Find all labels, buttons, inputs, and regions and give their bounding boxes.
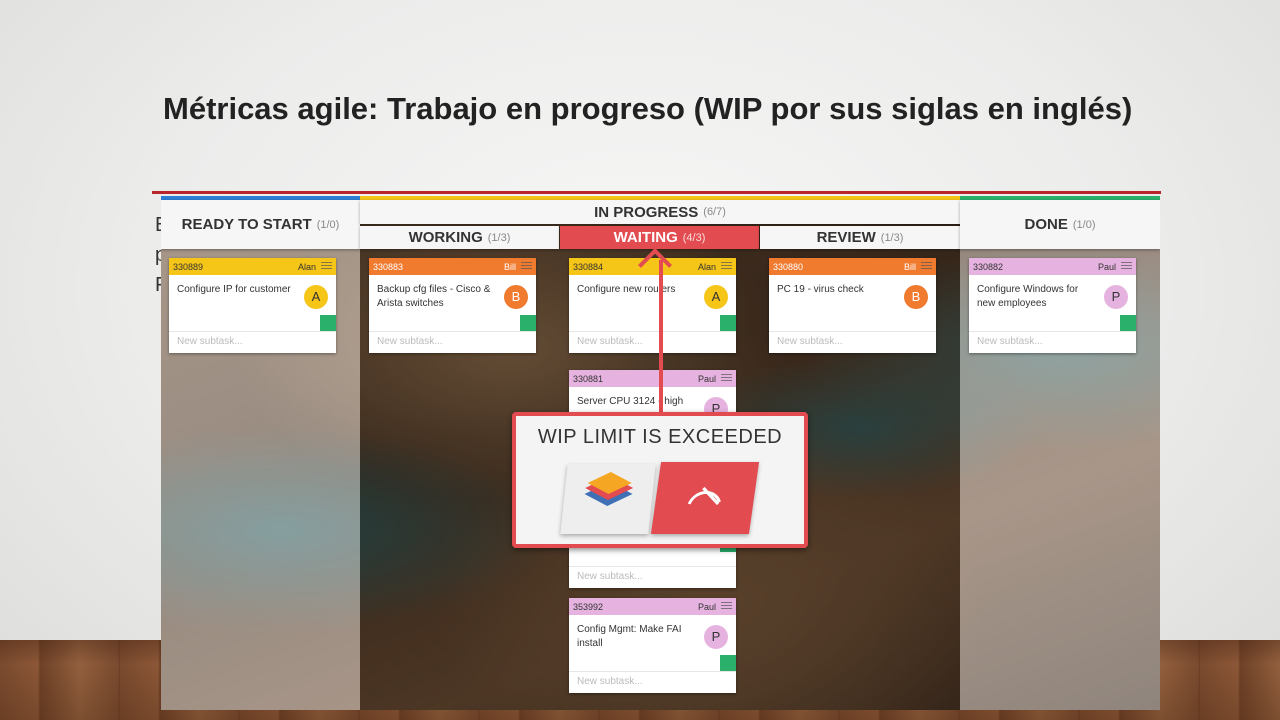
- avatar[interactable]: A: [304, 285, 328, 309]
- card-text: Configure IP for customer: [177, 284, 291, 295]
- column-title: READY TO START: [181, 216, 312, 233]
- column-title: DONE: [1024, 216, 1068, 233]
- card-owner: Paul: [1097, 261, 1116, 272]
- task-card[interactable]: 330889 Alan Configure IP for customer A …: [169, 258, 336, 353]
- column-header-in-progress[interactable]: IN PROGRESS (6/7): [360, 200, 960, 224]
- card-text: Server CPU 3124 - high: [577, 396, 684, 407]
- avatar[interactable]: B: [904, 285, 928, 309]
- card-header: 353992 Paul: [569, 598, 736, 615]
- menu-icon[interactable]: [721, 374, 732, 383]
- card-header: 330882 Paul: [969, 258, 1136, 275]
- column-header-ready[interactable]: READY TO START (1/0): [161, 200, 360, 249]
- card-header: 330880 Bill: [769, 258, 936, 275]
- new-subtask-input[interactable]: New subtask...: [769, 331, 936, 353]
- avatar[interactable]: P: [704, 625, 728, 649]
- card-text: PC 19 - virus check: [777, 284, 864, 295]
- status-tab[interactable]: [720, 315, 736, 331]
- menu-icon[interactable]: [721, 602, 732, 611]
- card-body: Configure new routers A: [569, 275, 736, 331]
- column-count: (1/0): [1072, 218, 1096, 231]
- column-title: WAITING: [613, 229, 678, 246]
- new-subtask-input[interactable]: New subtask...: [569, 671, 736, 693]
- card-id: 330884: [573, 261, 604, 272]
- column-count: (4/3): [682, 231, 706, 244]
- column-title: REVIEW: [816, 229, 876, 246]
- avatar[interactable]: P: [1104, 285, 1128, 309]
- alert-arrow: [659, 260, 663, 416]
- card-header: 330883 Bill: [369, 258, 536, 275]
- menu-icon[interactable]: [321, 262, 332, 271]
- card-body: Configure Windows for new employees P: [969, 275, 1136, 331]
- avatar[interactable]: B: [504, 285, 528, 309]
- column-header-waiting[interactable]: WAITING (4/3): [560, 226, 759, 249]
- menu-icon[interactable]: [921, 262, 932, 271]
- column-header-done[interactable]: DONE (1/0): [960, 200, 1160, 249]
- menu-icon[interactable]: [1121, 262, 1132, 271]
- slide-title: Métricas agile: Trabajo en progreso (WIP…: [163, 91, 1133, 126]
- new-subtask-input[interactable]: New subtask...: [569, 331, 736, 353]
- card-owner: Paul: [697, 373, 716, 384]
- task-card[interactable]: 353992 Paul Config Mgmt: Make FAI instal…: [569, 598, 736, 693]
- new-subtask-input[interactable]: New subtask...: [569, 566, 736, 588]
- title-underline: [152, 191, 1161, 194]
- card-id: 330882: [973, 261, 1004, 272]
- status-tab[interactable]: [720, 655, 736, 671]
- card-owner: Paul: [697, 601, 716, 612]
- menu-icon[interactable]: [521, 262, 532, 271]
- card-header: 330889 Alan: [169, 258, 336, 275]
- card-id: 330880: [773, 261, 804, 272]
- card-id: 330889: [173, 261, 204, 272]
- card-text: Backup cfg files - Cisco & Arista switch…: [377, 284, 491, 309]
- column-header-review[interactable]: REVIEW (1/3): [760, 226, 960, 249]
- card-text: Configure new routers: [577, 284, 676, 295]
- task-card[interactable]: 330880 Bill PC 19 - virus check B New su…: [769, 258, 936, 353]
- status-tab[interactable]: [520, 315, 536, 331]
- new-subtask-input[interactable]: New subtask...: [169, 331, 336, 353]
- column-count: (1/0): [316, 218, 340, 231]
- card-owner: Alan: [297, 261, 316, 272]
- status-tab[interactable]: [320, 315, 336, 331]
- status-tab[interactable]: [1120, 315, 1136, 331]
- column-title: IN PROGRESS: [594, 203, 699, 221]
- card-body: Backup cfg files - Cisco & Arista switch…: [369, 275, 536, 331]
- new-subtask-input[interactable]: New subtask...: [369, 331, 536, 353]
- card-body: Config Mgmt: Make FAI install P: [569, 615, 736, 671]
- column-header-working[interactable]: WORKING (1/3): [360, 226, 559, 249]
- wip-limit-alert[interactable]: WIP LIMIT IS EXCEEDED: [512, 412, 808, 548]
- card-owner: Bill: [903, 261, 916, 272]
- card-id: 353992: [573, 601, 604, 612]
- card-text: Configure Windows for new employees: [977, 284, 1079, 309]
- card-id: 330883: [373, 261, 404, 272]
- alert-title: WIP LIMIT IS EXCEEDED: [537, 426, 783, 448]
- gauge-icon: [650, 462, 760, 534]
- card-owner: Bill: [503, 261, 516, 272]
- card-body: Configure IP for customer A: [169, 275, 336, 331]
- new-subtask-input[interactable]: New subtask...: [969, 331, 1136, 353]
- avatar[interactable]: A: [704, 285, 728, 309]
- card-owner: Alan: [697, 261, 716, 272]
- column-count: (1/3): [487, 231, 511, 244]
- card-body: PC 19 - virus check B: [769, 275, 936, 331]
- column-title: WORKING: [408, 229, 483, 246]
- layers-logo-icon: [560, 464, 656, 534]
- task-card[interactable]: 330882 Paul Configure Windows for new em…: [969, 258, 1136, 353]
- menu-icon[interactable]: [721, 262, 732, 271]
- kanban-board: READY TO START (1/0) IN PROGRESS (6/7) W…: [161, 196, 1160, 710]
- column-count: (1/3): [880, 231, 904, 244]
- card-id: 330881: [573, 373, 604, 384]
- column-count: (6/7): [703, 206, 726, 218]
- task-card[interactable]: 330883 Bill Backup cfg files - Cisco & A…: [369, 258, 536, 353]
- card-text: Config Mgmt: Make FAI install: [577, 624, 682, 649]
- card-header: 330881 Paul: [569, 370, 736, 387]
